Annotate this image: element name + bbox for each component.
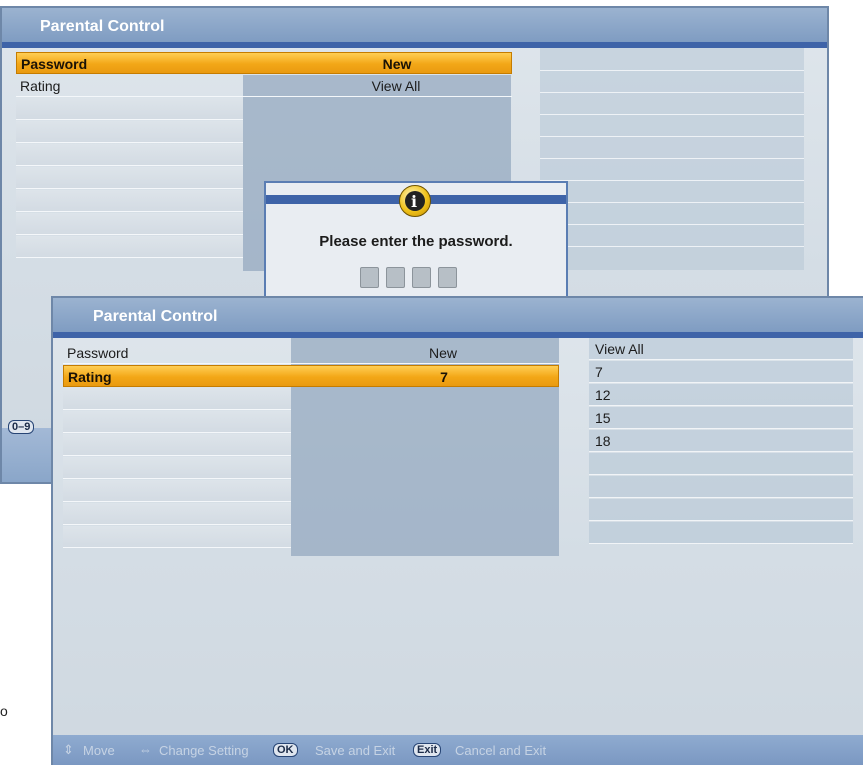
back-title-bar: Parental Control	[2, 8, 827, 42]
front-empty-row	[63, 457, 291, 479]
front-empty-row	[63, 526, 291, 548]
front-empty-row	[63, 480, 291, 502]
ok-key-icon: OK	[273, 743, 298, 757]
password-dialog: i Please enter the password.	[264, 181, 568, 311]
stray-text: o	[0, 703, 8, 719]
rating-option[interactable]: View All	[589, 338, 853, 360]
back-row-rating-value: View All	[371, 78, 421, 94]
back-empty-row	[16, 236, 243, 258]
left-right-arrow-icon: ⇔	[139, 742, 152, 757]
front-row-rating[interactable]: Rating 7	[63, 365, 559, 387]
help-change-setting: Change Setting	[159, 743, 249, 758]
rating-option[interactable]: 12	[589, 384, 853, 406]
back-row-password-label: Password	[21, 56, 88, 72]
back-empty-row	[16, 213, 243, 235]
pin-box-1[interactable]	[360, 267, 379, 288]
pin-box-2[interactable]	[386, 267, 405, 288]
front-parental-control-screen: Parental Control Password New Rating 7 V…	[51, 296, 863, 765]
back-row-rating[interactable]: Rating View All	[16, 75, 512, 97]
front-empty-row	[63, 434, 291, 456]
back-row-password[interactable]: Password New	[16, 52, 512, 74]
rating-option-empty	[589, 453, 853, 475]
exit-key-icon: Exit	[413, 743, 442, 757]
front-empty-row	[63, 388, 291, 410]
front-title-bar: Parental Control	[53, 298, 863, 332]
back-empty-row	[16, 167, 243, 189]
rating-options-list: View All 7 12 15 18	[589, 338, 853, 556]
pin-box-4[interactable]	[438, 267, 457, 288]
front-row-rating-value: 7	[440, 369, 448, 385]
back-options-panel	[540, 48, 804, 270]
back-empty-row	[16, 121, 243, 143]
rating-option-empty	[589, 476, 853, 498]
front-empty-row	[63, 503, 291, 525]
front-help-bar: ⇕ Move ⇔ Change Setting OK Save and Exit…	[53, 735, 863, 765]
front-row-password-label: Password	[67, 345, 129, 361]
up-down-arrow-icon: ⇕	[63, 742, 74, 757]
front-row-rating-label: Rating	[68, 369, 112, 385]
rating-option-empty	[589, 522, 853, 544]
back-row-rating-label: Rating	[20, 78, 61, 94]
rating-option-empty	[589, 499, 853, 521]
back-empty-row	[16, 98, 243, 120]
help-move: Move	[83, 743, 115, 758]
password-prompt: Please enter the password.	[319, 233, 513, 250]
rating-option[interactable]: 7	[589, 361, 853, 383]
back-empty-row	[16, 190, 243, 212]
back-empty-row	[16, 144, 243, 166]
front-empty-row	[63, 411, 291, 433]
info-icon-glyph: i	[411, 192, 418, 211]
front-row-password[interactable]: Password New	[63, 342, 559, 364]
help-cancel-exit: Cancel and Exit	[455, 743, 547, 758]
digit-key-hint: 0–9	[8, 420, 35, 434]
front-title: Parental Control	[93, 308, 218, 325]
help-save-exit: Save and Exit	[315, 743, 396, 758]
rating-option[interactable]: 18	[589, 430, 853, 452]
pin-box-3[interactable]	[412, 267, 431, 288]
rating-option[interactable]: 15	[589, 407, 853, 429]
back-row-password-value: New	[382, 56, 412, 72]
back-title: Parental Control	[40, 18, 165, 35]
front-row-password-value: New	[428, 345, 457, 361]
